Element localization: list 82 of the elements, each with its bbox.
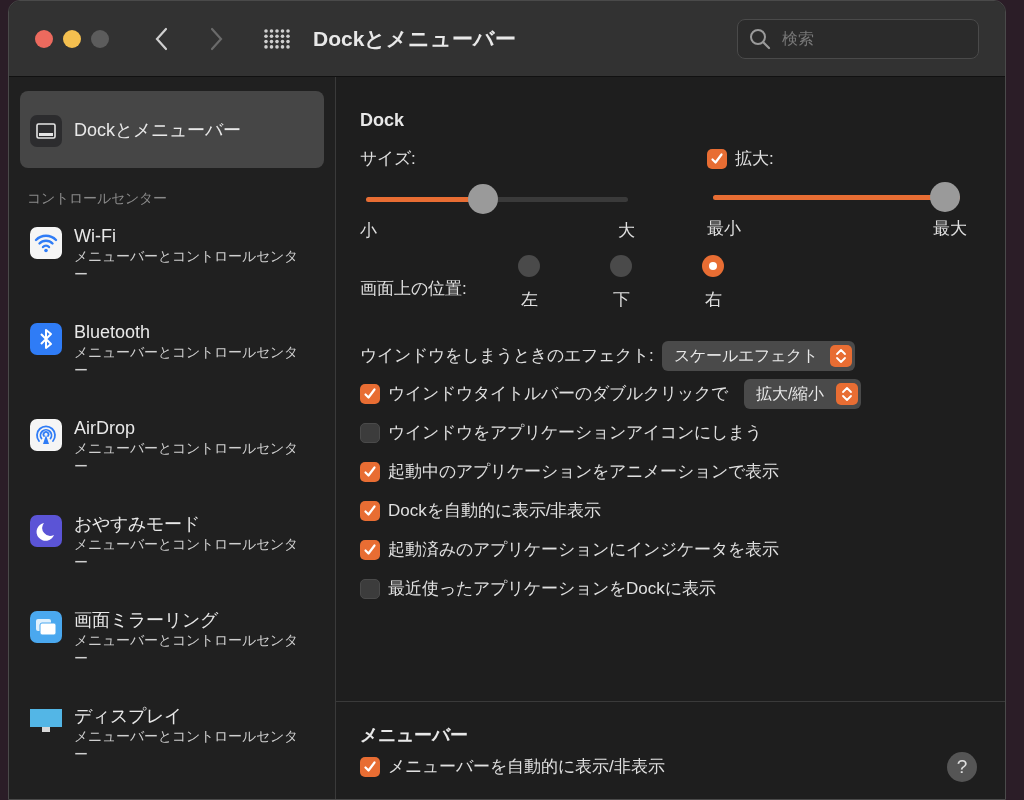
slider-min-label: 小 [360,219,377,242]
option-label: ウインドウタイトルバーのダブルクリックで [388,383,728,406]
checkmark-icon [363,387,377,401]
position-label: 画面上の位置: [360,278,468,300]
dock-icon [30,114,62,147]
window-title: Dockとメニューバー [313,25,517,52]
section-heading: Dock [360,109,405,132]
slider-min-label: 最小 [707,217,741,240]
radio-button[interactable] [702,255,724,277]
sidebar-section-header: コントロールセンター [26,189,168,209]
section-heading: メニューバー [360,725,468,745]
moon-icon [30,515,62,548]
option-label: 起動済みのアプリケーションにインジケータを表示 [388,539,779,562]
sidebar-item-subtitle: メニューバーとコントロールセンター [74,631,299,668]
sidebar-item-title: ディスプレイ [74,705,183,727]
option-label: ウインドウをアプリケーションアイコンにしまう [388,422,762,445]
radio-label: 下 [612,289,630,311]
sidebar-item[interactable]: Dockとメニューバー [20,91,324,169]
radio-button[interactable] [518,255,540,277]
option-checkbox[interactable] [360,462,380,482]
slider-max-label: 大 [618,219,635,242]
sidebar-item-title: Bluetooth [74,321,152,344]
airdrop-icon [30,419,62,452]
minimize-button[interactable] [63,29,81,48]
checkmark-icon [710,151,724,166]
sidebar-item-title: Wi-Fi [74,225,117,248]
sidebar-item[interactable]: おやすみモード メニューバーとコントロールセンター [20,511,324,608]
checkmark-icon [363,543,377,557]
radio-button[interactable] [610,255,632,277]
sidebar-item[interactable]: Bluetooth メニューバーとコントロールセンター [20,319,324,416]
option-label: 最近使ったアプリケーションをDockに表示 [388,578,716,601]
wifi-icon [30,227,62,260]
size-slider[interactable] [366,183,628,214]
option-checkbox[interactable] [360,384,380,404]
display-icon [30,707,62,735]
slider-max-label: 最大 [933,217,967,240]
option-label: メニューバーを自動的に表示/非表示 [388,756,665,779]
option-checkbox[interactable] [360,540,380,560]
screen-mirroring-icon [30,611,62,644]
sidebar-item-subtitle: メニューバーとコントロールセンター [74,343,299,380]
slider-thumb[interactable] [930,181,960,212]
checkmark-icon [363,465,377,479]
effect-select[interactable]: スケールエフェクト [661,340,855,371]
sidebar-item-subtitle: メニューバーとコントロールセンター [74,247,299,284]
option-label: Dockを自動的に表示/非表示 [388,500,602,523]
grid-icon[interactable] [263,27,291,50]
option-checkbox[interactable] [360,579,380,599]
back-icon[interactable] [155,26,169,51]
sidebar-item-subtitle: メニューバーとコントロールセンター [74,439,299,476]
sidebar-item-title: Dockとメニューバー [74,118,241,141]
sidebar-item-title: おやすみモード [74,513,201,536]
checkmark-icon [363,504,377,518]
size-label: サイズ: [360,148,417,170]
search-icon [749,27,771,50]
bluetooth-icon [30,323,62,356]
sidebar-item-subtitle: メニューバーとコントロールセンター [74,727,299,763]
option-checkbox[interactable] [360,757,380,777]
sidebar-item[interactable]: ディスプレイ メニューバーとコントロールセンター [20,703,324,799]
sidebar-item[interactable]: Wi-Fi メニューバーとコントロールセンター [20,223,324,320]
sidebar-item[interactable]: 画面ミラーリング メニューバーとコントロールセンター [20,607,324,703]
radio-label: 左 [520,289,538,311]
sidebar-item[interactable]: AirDrop メニューバーとコントロールセンター [20,415,324,512]
close-button[interactable] [35,29,53,48]
help-button[interactable]: ? [947,752,977,782]
forward-icon[interactable] [209,26,223,51]
checkmark-icon [363,760,377,774]
effect-label: ウインドウをしまうときのエフェクト: [360,344,654,367]
sidebar-item-title: AirDrop [74,417,136,440]
slider-thumb[interactable] [468,183,499,214]
search-field[interactable]: 検索 [737,18,979,59]
stepper-icon [836,383,859,405]
magnification-checkbox[interactable] [707,148,727,169]
option-checkbox[interactable] [360,501,380,521]
sidebar-item-subtitle: メニューバーとコントロールセンター [74,535,299,572]
radio-label: 右 [704,289,722,311]
option-label: 起動中のアプリケーションをアニメーションで表示 [388,461,779,484]
option-checkbox[interactable] [360,423,380,443]
sidebar-item-title: 画面ミラーリング [74,609,219,632]
magnification-label: 拡大: [735,148,774,170]
double-click-select[interactable]: 拡大/縮小 [744,379,862,409]
magnification-slider[interactable] [713,181,960,212]
stepper-icon [829,344,852,367]
